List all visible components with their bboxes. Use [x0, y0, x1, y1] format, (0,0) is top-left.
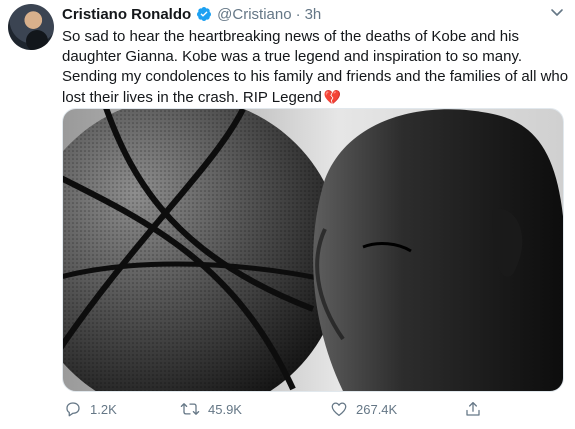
retweet-icon — [180, 403, 200, 415]
separator-dot: · — [295, 5, 301, 23]
author-name[interactable]: Cristiano Ronaldo — [62, 6, 191, 23]
chevron-down-icon[interactable] — [549, 4, 565, 20]
tweet-header: Cristiano Ronaldo @Cristiano · 3h — [62, 4, 545, 24]
tweet-image[interactable] — [62, 108, 564, 392]
reply-count: 1.2K — [90, 401, 117, 417]
tweet-actions: 1.2K 45.9K 267.4K — [62, 400, 562, 422]
tweet-text: So sad to hear the heartbreaking news of… — [62, 27, 572, 108]
tweet-body: So sad to hear the heartbreaking news of… — [62, 28, 569, 106]
verified-badge-icon — [196, 6, 212, 22]
share-button[interactable] — [464, 400, 490, 418]
photo-basketball-portrait — [63, 109, 563, 391]
retweet-button[interactable]: 45.9K — [180, 400, 242, 418]
author-handle[interactable]: @Cristiano — [217, 6, 291, 23]
reply-icon — [66, 402, 80, 417]
avatar[interactable] — [8, 4, 54, 50]
broken-heart-emoji: 💔 — [323, 89, 342, 105]
retweet-count: 45.9K — [208, 401, 242, 417]
share-icon — [466, 401, 480, 416]
timestamp[interactable]: 3h — [305, 6, 322, 23]
heart-icon — [331, 402, 347, 417]
like-button[interactable]: 267.4K — [330, 400, 397, 418]
like-count: 267.4K — [356, 401, 398, 417]
reply-button[interactable]: 1.2K — [64, 400, 117, 418]
